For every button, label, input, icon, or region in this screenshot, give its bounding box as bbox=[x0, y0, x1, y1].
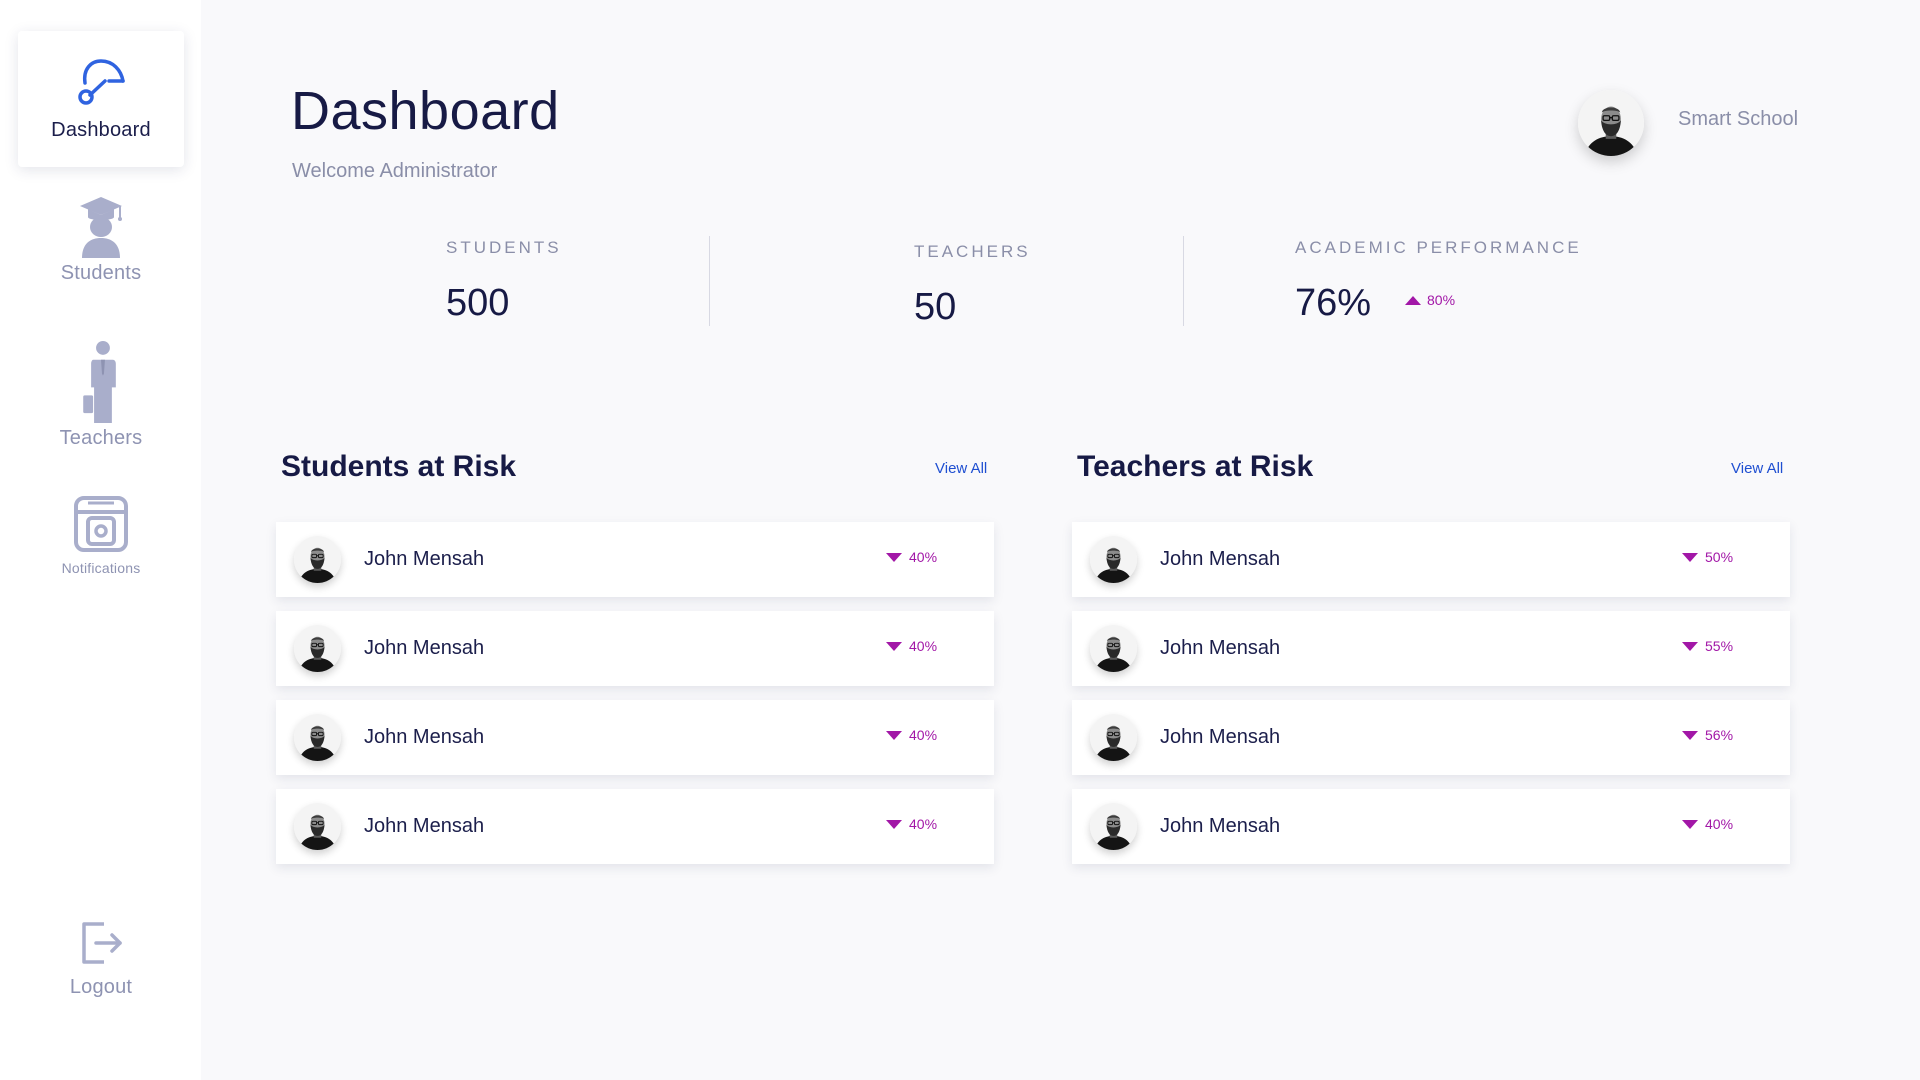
teacher-icon bbox=[83, 340, 116, 423]
teachers-view-all-link[interactable]: View All bbox=[1731, 460, 1783, 477]
avatar bbox=[294, 536, 341, 583]
sidebar-item-label: Notifications bbox=[61, 560, 141, 576]
logout-button[interactable]: Logout bbox=[18, 920, 184, 1020]
risk-score: 40% bbox=[886, 727, 937, 743]
stat-teachers-label: TEACHERS bbox=[914, 242, 1031, 261]
trend-down-icon bbox=[886, 730, 902, 740]
risk-score: 40% bbox=[1682, 816, 1733, 832]
sidebar-item-teachers[interactable]: Teachers bbox=[18, 340, 184, 450]
user-avatar-icon bbox=[294, 714, 341, 761]
welcome-subtitle: Welcome Administrator bbox=[292, 160, 498, 182]
sidebar-item-dashboard[interactable]: Dashboard bbox=[18, 31, 184, 167]
risk-score: 40% bbox=[886, 638, 937, 654]
user-avatar-icon bbox=[294, 625, 341, 672]
list-item[interactable]: John Mensah 40% bbox=[276, 611, 994, 686]
trend-down-icon bbox=[886, 641, 902, 651]
avatar bbox=[294, 625, 341, 672]
user-avatar-icon bbox=[1090, 803, 1137, 850]
student-name: John Mensah bbox=[364, 637, 485, 659]
sidebar-item-label: Students bbox=[60, 262, 142, 284]
sidebar-item-label: Teachers bbox=[59, 427, 143, 449]
teacher-name: John Mensah bbox=[1160, 637, 1281, 659]
risk-score-value: 50% bbox=[1705, 549, 1734, 565]
list-item[interactable]: John Mensah 40% bbox=[276, 522, 994, 597]
sidebar-item-notifications[interactable]: Notifications bbox=[18, 494, 184, 578]
stat-divider bbox=[709, 236, 710, 326]
stat-academic-label: ACADEMIC PERFORMANCE bbox=[1295, 238, 1582, 257]
list-item[interactable]: John Mensah 50% bbox=[1072, 522, 1790, 597]
student-name: John Mensah bbox=[364, 548, 485, 570]
students-at-risk-list: John Mensah 40% John Mensah 40% John Men… bbox=[276, 522, 994, 878]
teacher-name: John Mensah bbox=[1160, 815, 1281, 837]
trend-down-icon bbox=[1682, 552, 1698, 562]
trend-down-icon bbox=[886, 552, 902, 562]
trend-down-icon bbox=[1682, 819, 1698, 829]
stat-teachers-value: 50 bbox=[914, 286, 957, 328]
risk-score-value: 56% bbox=[1705, 727, 1734, 743]
avatar bbox=[1090, 625, 1137, 672]
risk-score-value: 40% bbox=[909, 549, 938, 565]
stat-divider bbox=[1183, 236, 1184, 326]
trend-down-icon bbox=[1682, 730, 1698, 740]
risk-score: 40% bbox=[886, 816, 937, 832]
risk-score-value: 55% bbox=[1705, 638, 1734, 654]
list-item[interactable]: John Mensah 40% bbox=[1072, 789, 1790, 864]
trend-down-icon bbox=[1682, 641, 1698, 651]
risk-score: 55% bbox=[1682, 638, 1733, 654]
avatar bbox=[1090, 714, 1137, 761]
user-avatar-icon bbox=[1578, 90, 1644, 156]
risk-score: 50% bbox=[1682, 549, 1733, 565]
risk-score: 56% bbox=[1682, 727, 1733, 743]
student-name: John Mensah bbox=[364, 815, 485, 837]
risk-score: 40% bbox=[886, 549, 937, 565]
user-avatar-icon bbox=[294, 536, 341, 583]
teacher-name: John Mensah bbox=[1160, 548, 1281, 570]
logout-icon bbox=[82, 922, 122, 964]
risk-score-value: 40% bbox=[909, 816, 938, 832]
teacher-name: John Mensah bbox=[1160, 726, 1281, 748]
trend-up-icon bbox=[1405, 295, 1421, 305]
avatar bbox=[294, 803, 341, 850]
user-avatar-icon bbox=[294, 803, 341, 850]
list-item[interactable]: John Mensah 56% bbox=[1072, 700, 1790, 775]
user-avatar-icon bbox=[1090, 714, 1137, 761]
teachers-at-risk-list: John Mensah 50% John Mensah 55% John Men… bbox=[1072, 522, 1790, 878]
sidebar: Dashboard Students Teachers Notification… bbox=[0, 0, 201, 1080]
academic-trend-value: 80% bbox=[1427, 292, 1456, 308]
school-name: Smart School bbox=[1678, 108, 1799, 130]
stat-students-value: 500 bbox=[446, 282, 510, 324]
profile-avatar[interactable] bbox=[1578, 90, 1644, 156]
students-at-risk-title: Students at Risk bbox=[281, 450, 517, 483]
avatar bbox=[1090, 536, 1137, 583]
academic-trend: 80% bbox=[1405, 292, 1455, 308]
avatar bbox=[1090, 803, 1137, 850]
avatar bbox=[294, 714, 341, 761]
user-avatar-icon bbox=[1090, 536, 1137, 583]
graduate-icon bbox=[80, 197, 122, 258]
risk-score-value: 40% bbox=[909, 638, 938, 654]
sidebar-item-label: Dashboard bbox=[51, 119, 151, 141]
page-title: Dashboard bbox=[291, 81, 560, 141]
students-view-all-link[interactable]: View All bbox=[935, 460, 987, 477]
risk-score-value: 40% bbox=[909, 727, 938, 743]
teachers-at-risk-title: Teachers at Risk bbox=[1077, 450, 1314, 483]
logout-label: Logout bbox=[69, 976, 133, 998]
stat-academic-value: 76% bbox=[1295, 282, 1372, 324]
list-item[interactable]: John Mensah 40% bbox=[276, 789, 994, 864]
list-item[interactable]: John Mensah 40% bbox=[276, 700, 994, 775]
risk-score-value: 40% bbox=[1705, 816, 1734, 832]
user-avatar-icon bbox=[1090, 625, 1137, 672]
notifications-icon bbox=[74, 496, 128, 552]
stat-students-label: STUDENTS bbox=[446, 238, 562, 257]
student-name: John Mensah bbox=[364, 726, 485, 748]
sidebar-item-students[interactable]: Students bbox=[18, 194, 184, 294]
trend-down-icon bbox=[886, 819, 902, 829]
dashboard-gauge-icon bbox=[78, 59, 125, 105]
list-item[interactable]: John Mensah 55% bbox=[1072, 611, 1790, 686]
